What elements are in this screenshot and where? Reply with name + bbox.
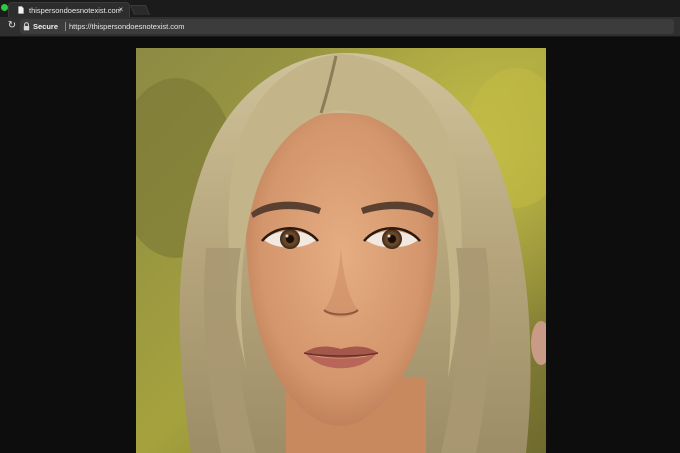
tab-thispersondoesnotexist[interactable]: thispersondoesnotexist.com ×: [8, 2, 130, 17]
portrait-image: [136, 48, 546, 453]
address-bar[interactable]: Secure https://thispersondoesnotexist.co…: [20, 19, 674, 34]
url-separator: [65, 22, 66, 31]
page-viewport: [0, 37, 680, 453]
window-maximize-button[interactable]: [1, 4, 8, 11]
secure-label: Secure: [33, 22, 59, 31]
lock-icon: [23, 22, 30, 31]
page-icon: [18, 6, 24, 14]
toolbar: ↻ Secure https://thispersondoesnotexist.…: [0, 17, 680, 37]
tab-title: thispersondoesnotexist.com: [29, 6, 121, 15]
browser-window: thispersondoesnotexist.com × ↻ Secure ht…: [0, 0, 680, 453]
reload-icon[interactable]: ↻: [6, 20, 18, 32]
new-tab-button[interactable]: [129, 5, 151, 15]
tab-strip: thispersondoesnotexist.com ×: [0, 0, 680, 18]
url-text[interactable]: https://thispersondoesnotexist.com: [69, 19, 184, 34]
close-tab-icon[interactable]: ×: [116, 4, 126, 16]
